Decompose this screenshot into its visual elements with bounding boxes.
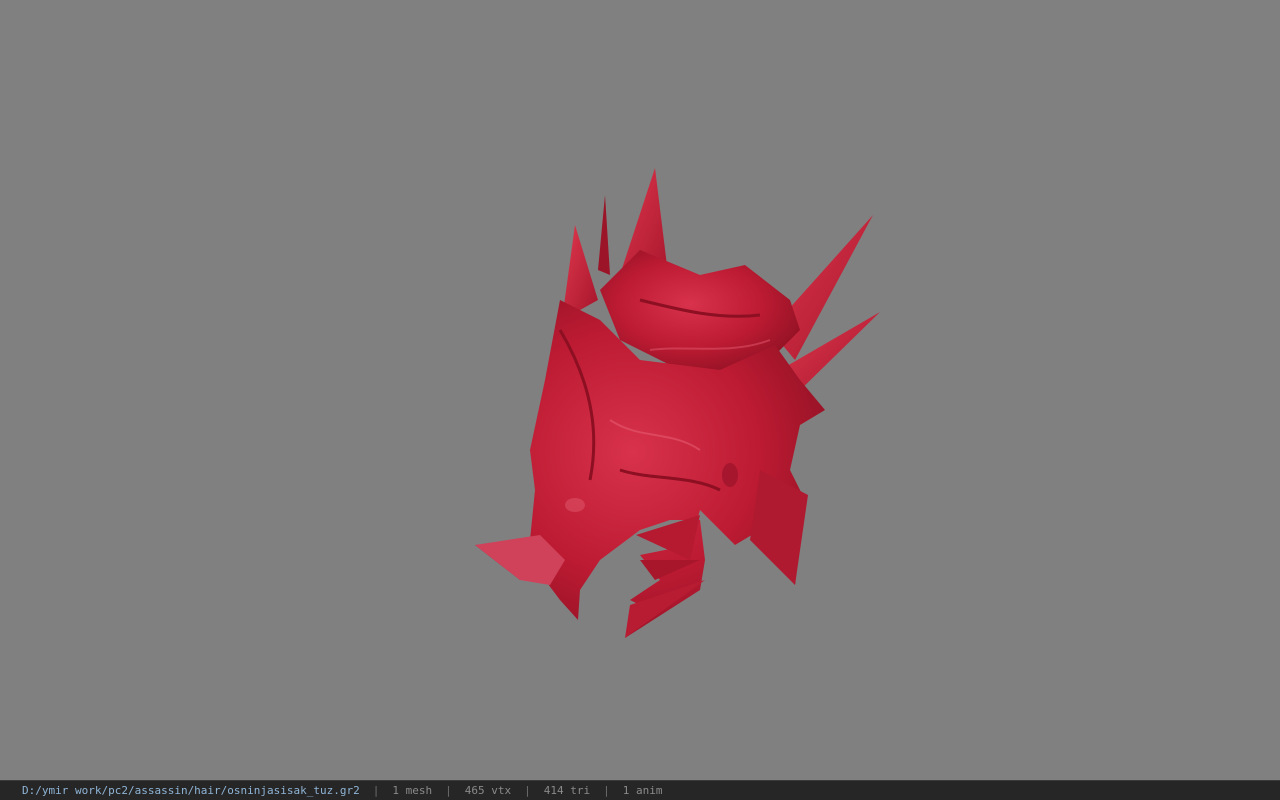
separator: | [445,784,452,797]
spike-thin [598,195,610,275]
3d-viewport[interactable] [0,0,1280,780]
right-flap [750,470,808,585]
vertex-count: 465 vtx [464,784,512,797]
mesh-count: 1 mesh [392,784,433,797]
model-render[interactable] [460,160,900,650]
separator: | [524,784,531,797]
anim-count: 1 anim [622,784,663,797]
triangle-count: 414 tri [543,784,591,797]
separator: | [603,784,610,797]
separator: | [372,784,380,797]
status-bar: D:/ymir work/pc2/assassin/hair/osninjasi… [0,780,1280,800]
file-path: D:/ymir work/pc2/assassin/hair/osninjasi… [22,784,360,797]
